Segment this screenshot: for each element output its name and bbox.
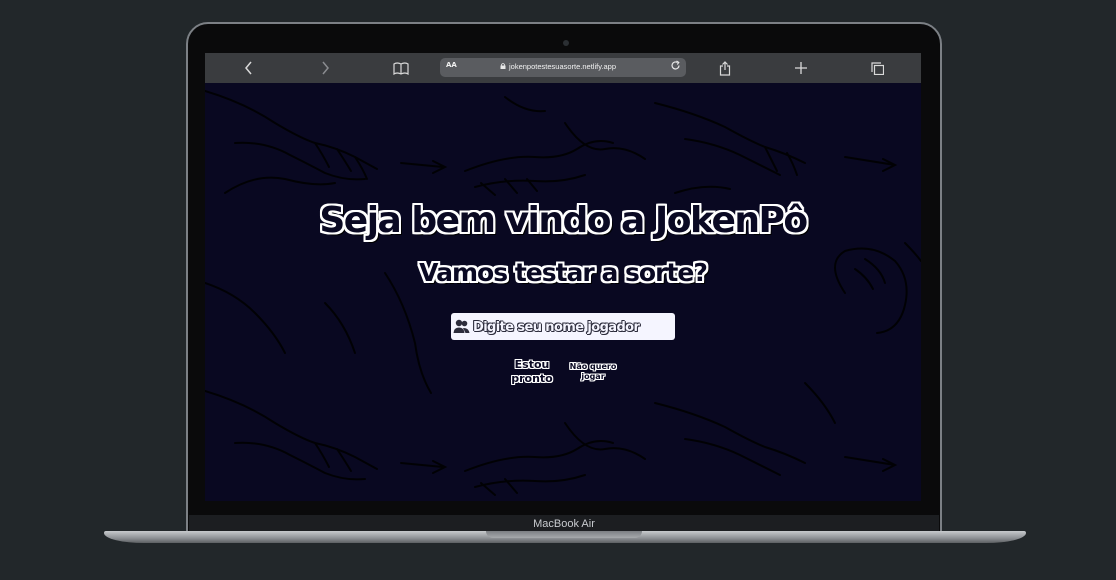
chevron-right-icon[interactable] — [316, 59, 334, 77]
chevron-left-icon[interactable] — [240, 59, 258, 77]
hands-background-art — [205, 90, 921, 496]
ready-button[interactable]: Estou pronto — [504, 358, 560, 386]
lock-icon — [500, 63, 506, 69]
quit-button[interactable]: Não quero jogar — [563, 362, 623, 382]
page-subtitle: Vamos testar a sorte? — [419, 258, 708, 287]
book-icon[interactable] — [392, 59, 410, 77]
laptop-notch — [486, 531, 642, 538]
stage: AA jokenpotestesuasorte.netlify.app Seja… — [0, 0, 1116, 580]
share-icon[interactable] — [716, 59, 734, 77]
player-name-field[interactable] — [451, 313, 675, 342]
page-title: Seja bem vindo a JokenPô — [319, 200, 808, 241]
url-text: jokenpotestesuasorte.netlify.app — [509, 62, 617, 71]
camera-icon — [563, 40, 569, 46]
browser-toolbar: AA jokenpotestesuasorte.netlify.app — [205, 53, 921, 83]
text-size-button[interactable]: AA — [446, 61, 457, 69]
laptop-screen: AA jokenpotestesuasorte.netlify.app Seja… — [205, 53, 921, 501]
plus-icon[interactable] — [792, 59, 810, 77]
users-icon — [453, 319, 470, 333]
reload-icon[interactable] — [670, 60, 681, 74]
address-bar[interactable]: AA jokenpotestesuasorte.netlify.app — [440, 58, 686, 77]
player-name-input[interactable] — [471, 313, 675, 342]
tabs-icon[interactable] — [868, 59, 886, 77]
web-page: Seja bem vindo a JokenPô Vamos testar a … — [205, 83, 921, 501]
